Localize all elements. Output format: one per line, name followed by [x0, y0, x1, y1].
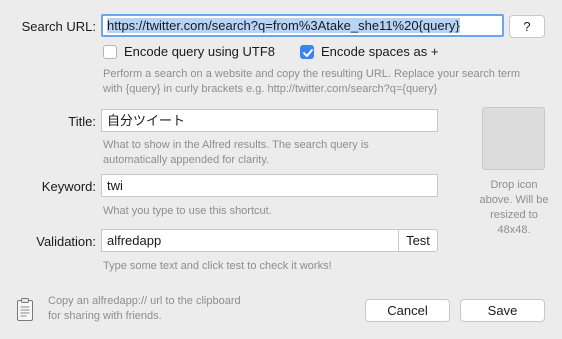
validation-input[interactable]: alfredapp [101, 229, 399, 252]
checkmark-icon [303, 48, 313, 57]
encode-utf8-option[interactable]: Encode query using UTF8 [103, 44, 275, 59]
save-button[interactable]: Save [460, 299, 545, 322]
encode-spaces-option[interactable]: Encode spaces as + [300, 44, 438, 59]
search-url-input[interactable]: https://twitter.com/search?q=from%3Atake… [101, 14, 504, 37]
clipboard-copy-icon[interactable] [13, 297, 37, 328]
keyword-label: Keyword: [41, 179, 96, 194]
encode-utf8-label: Encode query using UTF8 [124, 44, 276, 59]
search-url-hint: Perform a search on a website and copy t… [103, 68, 520, 95]
encode-utf8-checkbox[interactable] [103, 44, 117, 59]
title-input[interactable]: 自分ツイート [101, 109, 438, 132]
icon-drop-hint: Drop icon above. Will be resized to 48x4… [479, 179, 549, 236]
keyword-input[interactable]: twi [101, 174, 438, 197]
help-button[interactable]: ? [509, 15, 545, 38]
copy-url-hint: Copy an alfredapp:// url to the clipboar… [48, 295, 241, 322]
encode-spaces-label: Encode spaces as + [321, 44, 439, 59]
encode-spaces-checkbox[interactable] [300, 44, 314, 59]
cancel-button[interactable]: Cancel [365, 299, 450, 322]
keyword-hint: What you type to use this shortcut. [103, 205, 272, 217]
title-hint: What to show in the Alfred results. The … [103, 139, 369, 166]
search-url-value: https://twitter.com/search?q=from%3Atake… [107, 18, 460, 33]
search-url-label: Search URL: [21, 19, 96, 34]
validation-hint: Type some text and click test to check i… [103, 260, 332, 272]
title-label: Title: [68, 114, 96, 129]
clipboard-icon[interactable] [13, 297, 37, 323]
validation-label: Validation: [36, 234, 96, 249]
icon-drop-well[interactable] [482, 107, 545, 170]
test-button[interactable]: Test [398, 229, 438, 252]
